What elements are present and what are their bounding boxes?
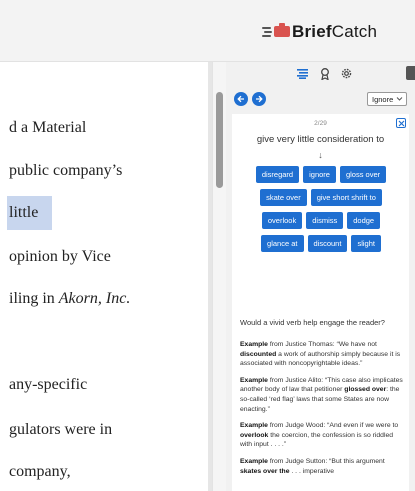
award-icon[interactable] — [318, 67, 331, 80]
brand-name: BriefCatch — [292, 22, 377, 42]
chip-row: overlook dismiss dodge — [240, 212, 402, 229]
brand-logo: BriefCatch — [262, 22, 377, 42]
chip-row: disregard ignore gloss over — [240, 166, 402, 183]
brand-name-bold: Brief — [292, 22, 332, 41]
example-item: Example from Justice Alito: “This case a… — [240, 376, 403, 413]
suggestion-card: 2/29 give very little consideration to ↓… — [232, 114, 409, 491]
panel-tabs — [296, 67, 353, 80]
nav-row: Ignore — [234, 92, 407, 108]
arrow-down-icon: ↓ — [318, 150, 323, 160]
example-item: Example from Judge Wood: “And even if we… — [240, 422, 399, 449]
gear-icon[interactable] — [340, 67, 353, 80]
suggestion-chip-gloss-over[interactable]: gloss over — [339, 166, 387, 183]
example-item: Example from Judge Sutton: “But this arg… — [240, 457, 385, 475]
briefcase-icon — [262, 23, 292, 41]
panel-corner-badge[interactable] — [406, 66, 415, 80]
doc-line: company, — [9, 463, 71, 480]
filter-select[interactable]: Ignore — [367, 92, 407, 106]
top-bar: BriefCatch — [0, 0, 415, 62]
chip-row: glance at discount slight — [240, 235, 402, 252]
doc-line: opinion by Vice — [9, 248, 111, 265]
chevron-down-icon — [396, 97, 403, 101]
example-item: Example from Justice Thomas: “We have no… — [240, 341, 401, 368]
suggestion-chip-slight[interactable]: slight — [351, 235, 381, 252]
doc-line: any-specific — [9, 376, 88, 393]
suggestion-chips: disregard ignore gloss over skate over g… — [240, 166, 402, 258]
flagged-phrase: give very little consideration to — [256, 134, 385, 145]
panel-scrollbar[interactable] — [212, 62, 226, 491]
suggestion-chip-dismiss[interactable]: dismiss — [306, 212, 344, 229]
doc-line: iling in Akorn, Inc. — [9, 290, 131, 307]
filter-select-value: Ignore — [372, 94, 394, 104]
next-button[interactable] — [252, 92, 266, 106]
examples-list: Example from Justice Thomas: “We have no… — [240, 340, 405, 483]
scrollbar-thumb[interactable] — [216, 92, 223, 188]
arrow-left-icon — [237, 95, 244, 103]
suggestion-chip-dodge[interactable]: dodge — [347, 212, 381, 229]
suggestion-chip-disregard[interactable]: disregard — [255, 166, 300, 183]
suggestion-chip-give-short-shrift[interactable]: give short shrift to — [310, 189, 382, 206]
suggestion-chip-ignore[interactable]: ignore — [303, 166, 336, 183]
suggestion-chip-glance-at[interactable]: glance at — [261, 235, 304, 252]
document-area[interactable]: d a Material public company’s little opi… — [0, 62, 208, 491]
arrow-right-icon — [256, 95, 263, 103]
doc-line: public company’s — [9, 162, 123, 179]
suggestion-panel: Ignore 2/29 give very little considerati… — [226, 62, 415, 491]
previous-button[interactable] — [234, 92, 248, 106]
list-icon[interactable] — [296, 67, 309, 80]
suggestion-counter: 2/29 — [314, 120, 327, 127]
suggestion-chip-skate-over[interactable]: skate over — [260, 189, 307, 206]
chip-row: skate over give short shrift to — [240, 189, 402, 206]
doc-line: gulators were in — [9, 421, 113, 438]
suggestion-chip-discount[interactable]: discount — [307, 235, 348, 252]
suggestion-chip-overlook[interactable]: overlook — [261, 212, 303, 229]
doc-line: d a Material — [9, 119, 87, 136]
guidance-question: Would a vivid verb help engage the reade… — [240, 318, 385, 327]
doc-line-highlighted[interactable]: little — [7, 196, 53, 230]
brand-name-rest: Catch — [331, 22, 378, 41]
